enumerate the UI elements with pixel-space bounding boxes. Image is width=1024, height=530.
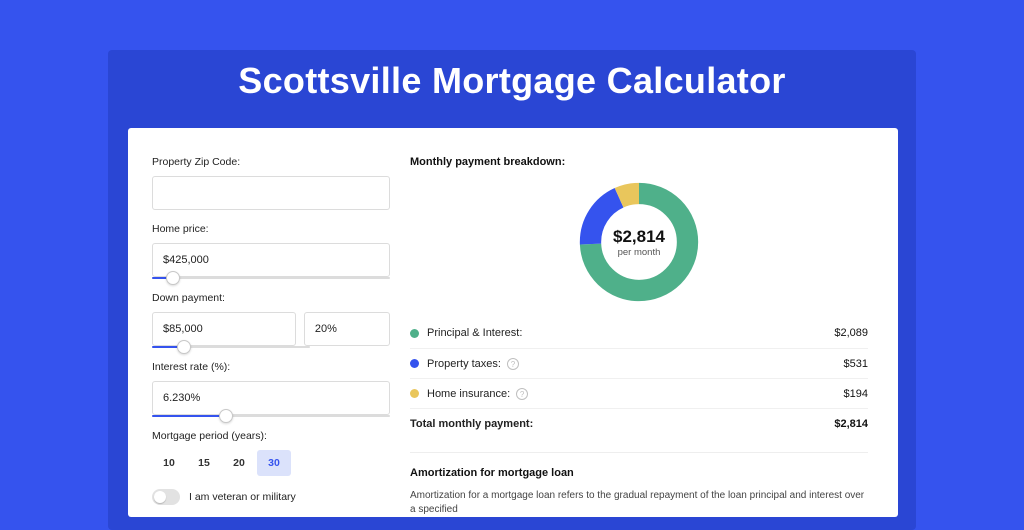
zip-field: Property Zip Code: [152, 156, 390, 210]
legend-total-amount: $2,814 [834, 418, 868, 430]
legend-row-taxes: Property taxes: ? $531 [410, 348, 868, 378]
calculator-card: Property Zip Code: Home price: Down paym… [128, 128, 898, 517]
amortization-section: Amortization for mortgage loan Amortizat… [410, 452, 868, 517]
period-label: Mortgage period (years): [152, 430, 390, 442]
period-option-10[interactable]: 10 [152, 450, 186, 476]
donut-center: $2,814 per month [575, 178, 703, 306]
rate-input[interactable] [152, 381, 390, 415]
zip-input[interactable] [152, 176, 390, 210]
period-option-20[interactable]: 20 [222, 450, 256, 476]
price-slider[interactable] [152, 277, 390, 279]
legend-amount: $531 [844, 358, 868, 370]
dot-icon [410, 389, 419, 398]
donut-sub: per month [618, 247, 661, 258]
rate-slider-fill [152, 415, 226, 417]
legend-amount: $194 [844, 388, 868, 400]
veteran-row: I am veteran or military [152, 489, 390, 505]
legend-row-principal: Principal & Interest: $2,089 [410, 318, 868, 348]
amort-title: Amortization for mortgage loan [410, 467, 868, 479]
dot-icon [410, 329, 419, 338]
dot-icon [410, 359, 419, 368]
results-column: Monthly payment breakdown: $2,814 per mo… [410, 156, 868, 517]
legend-total-label: Total monthly payment: [410, 418, 533, 430]
veteran-label: I am veteran or military [189, 491, 296, 503]
rate-field: Interest rate (%): [152, 361, 390, 417]
period-option-15[interactable]: 15 [187, 450, 221, 476]
legend-name: Principal & Interest: [427, 327, 522, 339]
period-field: Mortgage period (years): 10 15 20 30 [152, 430, 390, 476]
rate-slider-thumb[interactable] [219, 409, 233, 423]
info-icon[interactable]: ? [516, 388, 528, 400]
down-amount-input[interactable] [152, 312, 296, 346]
donut-value: $2,814 [613, 227, 665, 247]
rate-label: Interest rate (%): [152, 361, 390, 373]
page-title: Scottsville Mortgage Calculator [0, 60, 1024, 102]
price-field: Home price: [152, 223, 390, 279]
zip-label: Property Zip Code: [152, 156, 390, 168]
breakdown-title: Monthly payment breakdown: [410, 156, 868, 168]
legend-name: Property taxes: [427, 358, 501, 370]
donut-chart-wrap: $2,814 per month [410, 178, 868, 306]
inputs-column: Property Zip Code: Home price: Down paym… [152, 156, 390, 517]
amort-text: Amortization for a mortgage loan refers … [410, 489, 868, 517]
down-label: Down payment: [152, 292, 390, 304]
down-field: Down payment: [152, 292, 390, 348]
legend-row-insurance: Home insurance: ? $194 [410, 378, 868, 408]
rate-slider[interactable] [152, 415, 390, 417]
price-slider-thumb[interactable] [166, 271, 180, 285]
period-option-30[interactable]: 30 [257, 450, 291, 476]
price-input[interactable] [152, 243, 390, 277]
legend-amount: $2,089 [834, 327, 868, 339]
donut-chart: $2,814 per month [575, 178, 703, 306]
legend-name: Home insurance: [427, 388, 510, 400]
down-percent-input[interactable] [304, 312, 390, 346]
price-label: Home price: [152, 223, 390, 235]
legend: Principal & Interest: $2,089 Property ta… [410, 318, 868, 438]
down-slider[interactable] [152, 346, 310, 348]
down-slider-thumb[interactable] [177, 340, 191, 354]
legend-row-total: Total monthly payment: $2,814 [410, 408, 868, 438]
period-options: 10 15 20 30 [152, 450, 390, 476]
info-icon[interactable]: ? [507, 358, 519, 370]
veteran-toggle[interactable] [152, 489, 180, 505]
